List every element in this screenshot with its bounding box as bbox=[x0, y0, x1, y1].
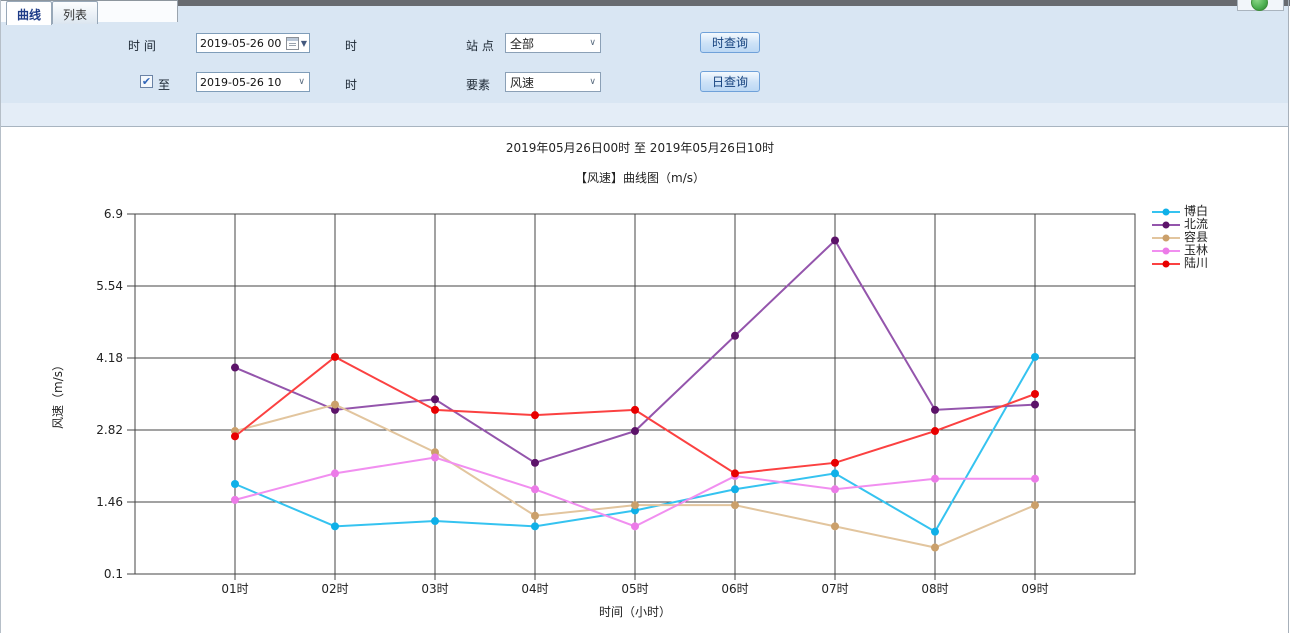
svg-text:09时: 09时 bbox=[1021, 582, 1048, 596]
chart-legend: 博白北流容县玉林陆川 bbox=[1152, 205, 1208, 270]
svg-text:风速（m/s）: 风速（m/s） bbox=[51, 359, 65, 429]
svg-text:03时: 03时 bbox=[421, 582, 448, 596]
legend-marker-icon bbox=[1152, 207, 1180, 217]
wind-speed-line-chart: 01时 02时 03时 04时 05时 06时 07时 08时 09时 6.9 5.54 4.18 2.… bbox=[0, 0, 1300, 633]
legend-marker-icon bbox=[1152, 233, 1180, 243]
svg-text:04时: 04时 bbox=[521, 582, 548, 596]
svg-text:01时: 01时 bbox=[221, 582, 248, 596]
svg-text:07时: 07时 bbox=[821, 582, 848, 596]
svg-text:0.1: 0.1 bbox=[104, 567, 123, 581]
svg-text:4.18: 4.18 bbox=[96, 351, 123, 365]
svg-text:06时: 06时 bbox=[721, 582, 748, 596]
svg-text:1.46: 1.46 bbox=[96, 495, 123, 509]
legend-marker-icon bbox=[1152, 246, 1180, 256]
svg-text:05时: 05时 bbox=[621, 582, 648, 596]
svg-text:5.54: 5.54 bbox=[96, 279, 123, 293]
legend-item-4[interactable]: 陆川 bbox=[1152, 257, 1208, 270]
legend-marker-icon bbox=[1152, 259, 1180, 269]
svg-text:时间（小时）: 时间（小时） bbox=[599, 605, 671, 619]
legend-label: 陆川 bbox=[1184, 257, 1208, 270]
legend-marker-icon bbox=[1152, 220, 1180, 230]
svg-text:02时: 02时 bbox=[321, 582, 348, 596]
svg-text:6.9: 6.9 bbox=[104, 207, 123, 221]
svg-text:2.82: 2.82 bbox=[96, 423, 123, 437]
svg-text:08时: 08时 bbox=[921, 582, 948, 596]
